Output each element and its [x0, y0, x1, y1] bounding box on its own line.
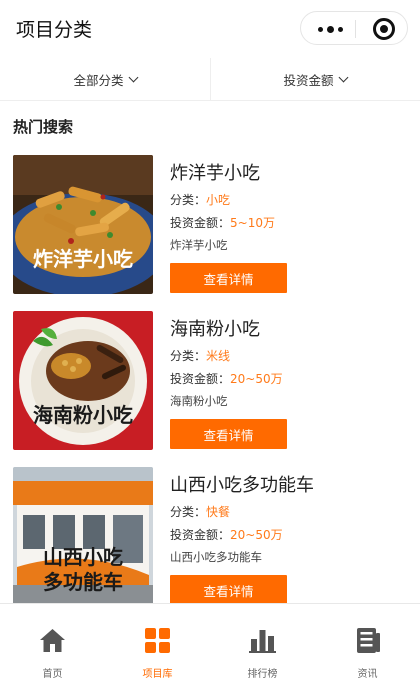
- project-desc: 海南粉小吃: [170, 394, 228, 408]
- chevron-down-icon: [338, 72, 348, 82]
- investment-row: 投资金额：20~50万: [170, 526, 283, 543]
- project-card[interactable]: 炸洋芋小吃 炸洋芋小吃 分类：小吃 投资金额：5~10万 炸洋芋小吃 查看详情: [0, 155, 420, 300]
- bar-chart-icon: [249, 630, 276, 653]
- tab-label: 项目库: [142, 669, 173, 680]
- project-name: 海南粉小吃: [170, 319, 260, 340]
- capsule-divider: [355, 20, 356, 38]
- project-desc: 山西小吃多功能车: [170, 550, 262, 564]
- investment-filter-dropdown[interactable]: 投资金额: [210, 58, 420, 100]
- news-icon: [357, 628, 380, 653]
- investment-filter-label: 投资金额: [283, 72, 334, 88]
- investment-prefix: 投资金额：: [170, 372, 231, 386]
- category-value: 快餐: [206, 505, 231, 519]
- food-truck-photo[interactable]: 山西小吃 多功能车: [13, 467, 153, 606]
- bottom-tab-bar: 首页 项目库 排行榜 资讯: [0, 603, 420, 688]
- category-row: 分类：米线: [170, 347, 230, 364]
- category-filter-label: 全部分类: [73, 72, 124, 88]
- investment-value: 5~10万: [230, 216, 275, 230]
- chevron-down-icon: [128, 72, 138, 82]
- home-icon: [40, 629, 65, 652]
- view-details-button[interactable]: 查看详情: [170, 575, 287, 605]
- image-caption-line: 多功能车: [43, 570, 123, 594]
- category-prefix: 分类：: [170, 349, 207, 363]
- view-details-button[interactable]: 查看详情: [170, 263, 287, 293]
- top-bar: 项目分类: [0, 0, 420, 58]
- tab-label: 排行榜: [247, 669, 278, 680]
- category-value: 小吃: [206, 193, 231, 207]
- more-menu-icon[interactable]: [315, 20, 345, 38]
- image-caption: 炸洋芋小吃: [33, 247, 133, 271]
- tab-news[interactable]: 资讯: [315, 604, 420, 688]
- investment-prefix: 投资金额：: [170, 528, 231, 542]
- tab-label: 首页: [42, 669, 63, 680]
- category-filter-dropdown[interactable]: 全部分类: [0, 58, 210, 100]
- image-caption-line: 山西小吃: [43, 545, 123, 569]
- category-prefix: 分类：: [170, 193, 207, 207]
- project-card[interactable]: 海南粉小吃 海南粉小吃 分类：米线 投资金额：20~50万 海南粉小吃 查看详情: [0, 311, 420, 456]
- page-title: 项目分类: [16, 19, 93, 41]
- project-desc: 炸洋芋小吃: [170, 238, 228, 252]
- view-details-button[interactable]: 查看详情: [170, 419, 287, 449]
- filter-bar: 全部分类 投资金额: [0, 58, 420, 101]
- investment-row: 投资金额：5~10万: [170, 214, 275, 231]
- fried-potato-photo[interactable]: 炸洋芋小吃: [13, 155, 153, 294]
- image-caption: 山西小吃 多功能车: [13, 545, 153, 595]
- tab-ranking[interactable]: 排行榜: [210, 604, 315, 688]
- mini-program-capsule: [300, 11, 408, 45]
- category-row: 分类：小吃: [170, 191, 230, 208]
- image-caption: 海南粉小吃: [33, 403, 133, 427]
- project-name: 山西小吃多功能车: [170, 475, 314, 496]
- investment-prefix: 投资金额：: [170, 216, 231, 230]
- close-miniprogram-icon[interactable]: [373, 18, 395, 40]
- category-row: 分类：快餐: [170, 503, 230, 520]
- section-title: 热门搜索: [13, 118, 74, 136]
- category-prefix: 分类：: [170, 505, 207, 519]
- project-name: 炸洋芋小吃: [170, 163, 260, 184]
- category-value: 米线: [206, 349, 231, 363]
- investment-value: 20~50万: [230, 372, 283, 386]
- tab-project-library[interactable]: 项目库: [105, 604, 210, 688]
- grid-icon: [145, 628, 170, 653]
- investment-value: 20~50万: [230, 528, 283, 542]
- tab-label: 资讯: [357, 669, 378, 680]
- project-card[interactable]: 山西小吃 多功能车 山西小吃多功能车 分类：快餐 投资金额：20~50万 山西小…: [0, 467, 420, 612]
- investment-row: 投资金额：20~50万: [170, 370, 283, 387]
- tab-home[interactable]: 首页: [0, 604, 105, 688]
- hainan-noodle-photo[interactable]: 海南粉小吃: [13, 311, 153, 450]
